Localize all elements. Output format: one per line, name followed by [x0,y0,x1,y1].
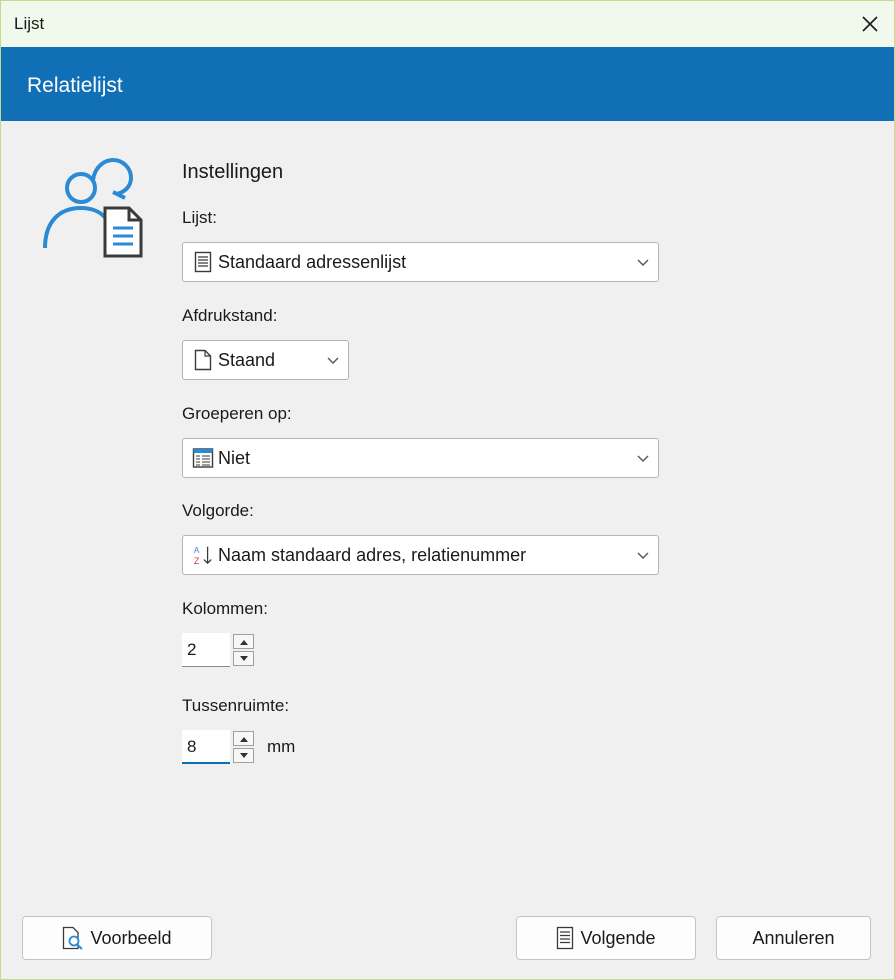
svg-text:A: A [194,546,200,555]
dialog-window: Lijst Relatielijst Instellingen Lijst: S… [0,0,895,980]
tussenruimte-label: Tussenruimte: [182,696,290,715]
preview-button[interactable]: Voorbeeld [22,916,212,960]
kolommen-spin-down[interactable] [233,651,254,666]
arrow-down-icon [239,752,248,758]
title-bar: Lijst [1,1,894,47]
banner-title: Relatielijst [27,74,123,97]
group-list-icon [192,447,214,469]
sort-az-icon: A Z [192,544,214,566]
kolommen-label: Kolommen: [182,599,268,618]
groeperen-label: Groeperen op: [182,404,292,423]
relations-document-icon [43,157,143,258]
arrow-down-icon [239,655,248,661]
chevron-down-icon [637,552,649,559]
svg-text:Z: Z [194,556,200,566]
volgorde-label: Volgorde: [182,501,254,520]
list-icon [192,251,214,273]
cancel-button[interactable]: Annuleren [716,916,871,960]
header-banner: Relatielijst [1,47,894,121]
volgorde-dropdown[interactable]: A Z Naam standaard adres, relatienummer [182,535,659,575]
close-button[interactable] [846,1,894,47]
afdrukstand-label: Afdrukstand: [182,306,278,325]
chevron-down-icon [637,455,649,462]
chevron-down-icon [327,357,339,364]
arrow-up-icon [239,736,248,742]
chevron-down-icon [637,259,649,266]
preview-icon [62,926,84,950]
close-icon [862,16,878,32]
kolommen-spin-up[interactable] [233,634,254,649]
afdrukstand-value: Staand [218,349,276,370]
groeperen-dropdown[interactable]: Niet [182,438,659,478]
volgorde-value: Naam standaard adres, relatienummer [218,544,527,565]
groeperen-value: Niet [218,447,251,468]
tussenruimte-input[interactable]: 8 [182,730,230,764]
document-icon [556,926,574,950]
afdrukstand-dropdown[interactable]: Staand [182,340,349,380]
next-button[interactable]: Volgende [516,916,696,960]
tussenruimte-spin-down[interactable] [233,748,254,763]
tussenruimte-unit: mm [267,737,296,756]
lijst-dropdown[interactable]: Standaard adressenlijst [182,242,659,282]
lijst-value: Standaard adressenlijst [218,251,407,272]
arrow-up-icon [239,639,248,645]
page-icon [192,349,214,371]
lijst-label: Lijst: [182,208,217,227]
section-title: Instellingen [182,161,284,183]
preview-button-label: Voorbeeld [90,927,172,948]
cancel-button-label: Annuleren [752,927,835,948]
kolommen-input[interactable]: 2 [182,633,230,667]
next-button-label: Volgende [580,927,656,948]
tussenruimte-spin-up[interactable] [233,731,254,746]
window-title: Lijst [14,14,45,33]
